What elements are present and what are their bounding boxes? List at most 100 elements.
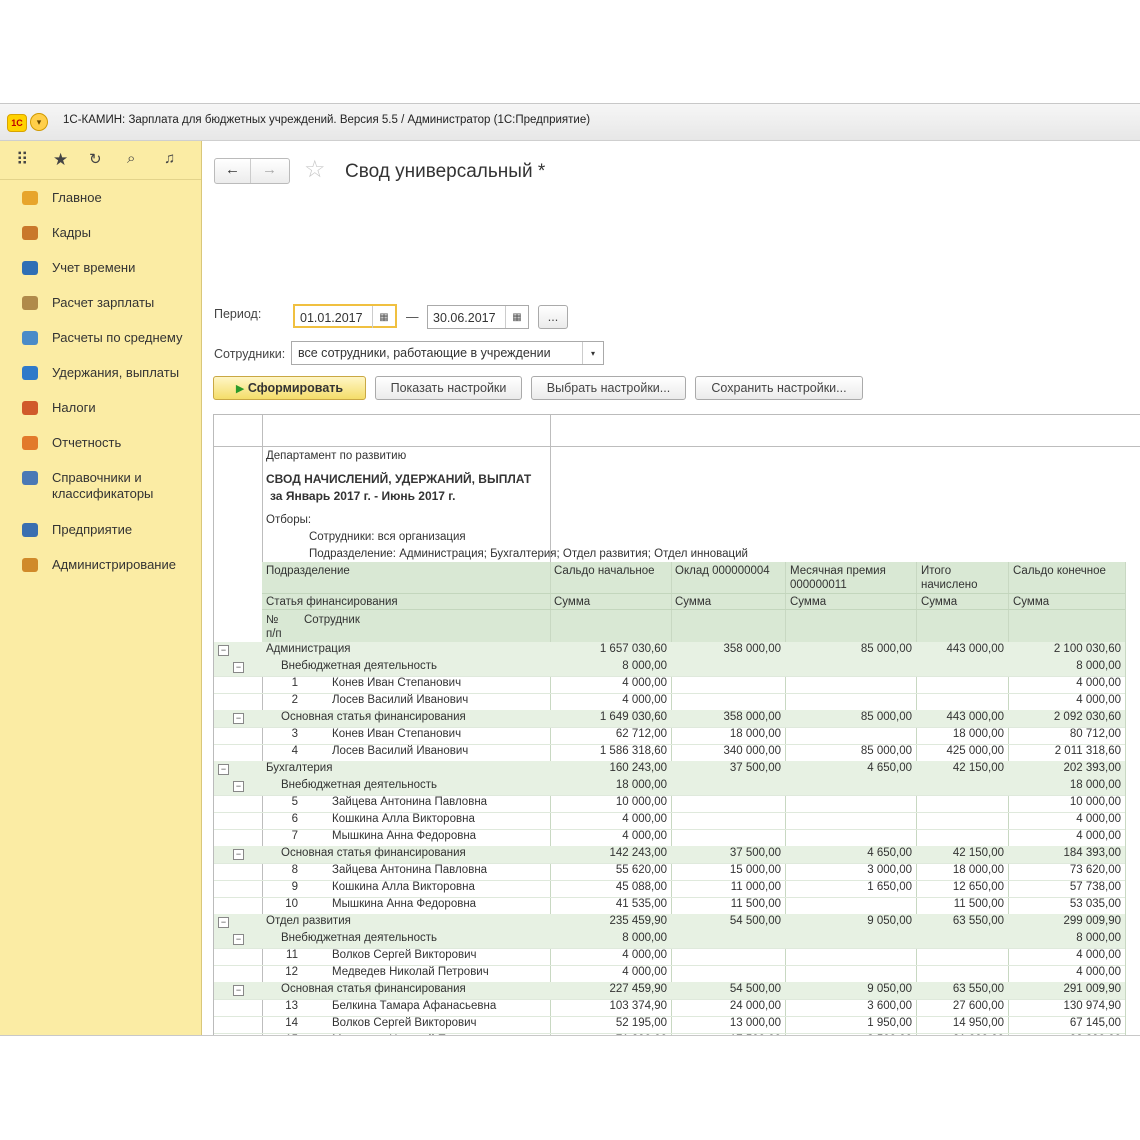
row-name: Мышкина Анна Федоровна (332, 830, 477, 842)
header-department: Подразделение (266, 565, 350, 577)
collapse-toggle-icon[interactable]: − (233, 781, 244, 792)
department-row[interactable]: − Бухгалтерия 160 243,00 37 500,00 4 650,00 4… (214, 761, 1125, 779)
employee-row[interactable]: 12 Медведев Николай Петрович 4 000,00 4 000… (214, 965, 1125, 983)
sidebar-item-8[interactable]: Отчетность (0, 432, 200, 462)
employee-row[interactable]: 5 Зайцева Антонина Павловна 10 000,00 10 00… (214, 795, 1125, 813)
gears-icon (22, 558, 38, 572)
sidebar-item-10[interactable]: Предприятие (0, 519, 200, 549)
employee-row[interactable]: 6 Кошкина Алла Викторовна 4 000,00 4 000,00 (214, 812, 1125, 830)
employee-row[interactable]: 9 Кошкина Алла Викторовна 45 088,00 11 000,… (214, 880, 1125, 898)
employee-row[interactable]: 8 Зайцева Антонина Павловна 55 620,00 15 00… (214, 863, 1125, 881)
row-value-5: 92 890,00 (1008, 1034, 1121, 1035)
sidebar-item-1[interactable]: Главное (0, 187, 200, 217)
employee-row[interactable]: 14 Волков Сергей Викторович 52 195,00 13 00… (214, 1016, 1125, 1034)
employee-row[interactable]: 13 Белкина Тамара Афанасьевна 103 374,90 24… (214, 999, 1125, 1017)
row-value-4: 42 150,00 (952, 847, 1004, 859)
history-icon[interactable]: ↻ (89, 150, 102, 168)
apps-grid-icon[interactable]: ⠿ (16, 150, 28, 170)
chevron-down-icon[interactable]: ▾ (582, 342, 603, 364)
row-number: 15 (266, 1034, 298, 1035)
sidebar-item-6[interactable]: Удержания, выплаты (0, 362, 200, 392)
employee-row[interactable]: 2 Лосев Василий Иванович 4 000,00 4 000,00 (214, 693, 1125, 711)
row-value-5: 4 000,00 (1076, 677, 1121, 689)
sidebar-item-label: Налоги (52, 400, 96, 415)
back-arrow-icon[interactable]: ← (225, 161, 240, 178)
row-value-1: 8 000,00 (622, 932, 667, 944)
collapse-toggle-icon[interactable]: − (233, 934, 244, 945)
row-value-1: 52 195,00 (615, 1017, 667, 1029)
forward-arrow-icon[interactable]: → (262, 161, 277, 178)
row-name: Основная статья финансирования (281, 983, 466, 995)
calendar-icon[interactable]: ▦ (372, 306, 395, 328)
row-number: 7 (291, 830, 298, 842)
employee-row[interactable]: 3 Конев Иван Степанович 62 712,00 18 000,00… (214, 727, 1125, 745)
favorites-star-icon[interactable]: ★ (53, 150, 68, 170)
app-window: 1С ▾ 1С-КАМИН: Зарплата для бюджетных уч… (0, 103, 1140, 1036)
row-value-1: 41 535,00 (615, 898, 667, 910)
collapse-toggle-icon[interactable]: − (218, 917, 229, 928)
row-value-5: 8 000,00 (1076, 932, 1121, 944)
finance-row[interactable]: − Основная статья финансирования 142 243,0… (214, 846, 1125, 864)
finance-row[interactable]: − Внебюджетная деятельность 18 000,00 18 00… (214, 778, 1125, 796)
employee-row[interactable]: 1 Конев Иван Степанович 4 000,00 4 000,00 (214, 676, 1125, 694)
collapse-toggle-icon[interactable]: − (233, 985, 244, 996)
row-value-3: 9 050,00 (867, 983, 912, 995)
employee-row[interactable]: 10 Мышкина Анна Федоровна 41 535,00 11 500,… (214, 897, 1125, 915)
search-icon[interactable]: ⌕ (127, 150, 135, 167)
date-to-field[interactable]: 30.06.2017 ▦ (427, 305, 529, 329)
sidebar-item-9[interactable]: Справочники и классификаторы (0, 467, 200, 501)
row-value-2: 11 500,00 (730, 898, 781, 910)
sidebar-toolbar: ⠿ ★ ↻ ⌕ ♫ (0, 141, 201, 180)
finance-row[interactable]: − Основная статья финансирования 227 459,9… (214, 982, 1125, 1000)
row-number: 9 (291, 881, 298, 893)
department-row[interactable]: − Администрация 1 657 030,60 358 000,00 85 0… (214, 642, 1125, 660)
row-value-4: 443 000,00 (946, 643, 1004, 655)
row-value-1: 235 459,90 (609, 915, 667, 927)
department-row[interactable]: − Отдел развития 235 459,90 54 500,00 9 050,… (214, 914, 1125, 932)
sidebar-item-2[interactable]: Кадры (0, 222, 200, 252)
finance-row[interactable]: − Внебюджетная деятельность 8 000,00 8 000,… (214, 931, 1125, 949)
form-title: Свод универсальный * (345, 161, 546, 182)
select-settings-button[interactable]: Выбрать настройки... (531, 376, 686, 400)
date-to-value: 30.06.2017 (433, 311, 496, 325)
row-value-1: 8 000,00 (622, 660, 667, 672)
employee-row[interactable]: 7 Мышкина Анна Федоровна 4 000,00 4 000,00 (214, 829, 1125, 847)
row-name: Внебюджетная деятельность (281, 932, 438, 944)
row-number: 6 (291, 813, 298, 825)
show-settings-button[interactable]: Показать настройки (375, 376, 522, 400)
save-settings-button[interactable]: Сохранить настройки... (695, 376, 863, 400)
main-menu-button[interactable]: ▾ (30, 113, 48, 131)
bell-icon[interactable]: ♫ (164, 150, 175, 167)
generate-button[interactable]: ▶ Сформировать (213, 376, 366, 400)
sidebar-item-label: Справочники и классификаторы (52, 470, 154, 501)
row-name: Лосев Василий Иванович (332, 694, 469, 706)
employee-row[interactable]: 11 Волков Сергей Викторович 4 000,00 4 000,… (214, 948, 1125, 966)
period-select-button[interactable]: ... (538, 305, 568, 329)
date-from-field[interactable]: 01.01.2017 ▦ (293, 304, 397, 328)
collapse-toggle-icon[interactable]: − (218, 645, 229, 656)
row-value-1: 1 649 030,60 (599, 711, 667, 723)
report-spreadsheet[interactable]: Департамент по развитию СВОД НАЧИСЛЕНИЙ,… (213, 414, 1140, 1035)
employees-select[interactable]: все сотрудники, работающие в учреждении … (291, 341, 604, 365)
sidebar-item-7[interactable]: Налоги (0, 397, 200, 427)
favorite-star-icon[interactable]: ☆ (304, 155, 326, 184)
clock-icon (22, 261, 38, 275)
finance-row[interactable]: − Внебюджетная деятельность 8 000,00 8 000,… (214, 659, 1125, 677)
employee-row[interactable]: 15 Медведев Николай Петрович 71 890,00 17 5… (214, 1033, 1125, 1035)
collapse-toggle-icon[interactable]: − (233, 662, 244, 673)
nav-buttons: ← → (214, 158, 290, 184)
row-value-4: 11 500,00 (953, 898, 1004, 910)
sidebar-item-4[interactable]: Расчет зарплаты (0, 292, 200, 322)
sidebar-item-5[interactable]: Расчеты по среднему (0, 327, 200, 357)
finance-row[interactable]: − Основная статья финансирования 1 649 030… (214, 710, 1125, 728)
collapse-toggle-icon[interactable]: − (233, 713, 244, 724)
employee-row[interactable]: 4 Лосев Василий Иванович 1 586 318,60 340 0… (214, 744, 1125, 762)
calendar-icon[interactable]: ▦ (505, 306, 528, 328)
row-value-1: 55 620,00 (615, 864, 667, 876)
collapse-toggle-icon[interactable]: − (233, 849, 244, 860)
sidebar-item-11[interactable]: Администрирование (0, 554, 200, 584)
collapse-toggle-icon[interactable]: − (218, 764, 229, 775)
row-value-2: 37 500,00 (729, 762, 781, 774)
row-value-3: 9 050,00 (867, 915, 912, 927)
sidebar-item-3[interactable]: Учет времени (0, 257, 200, 287)
